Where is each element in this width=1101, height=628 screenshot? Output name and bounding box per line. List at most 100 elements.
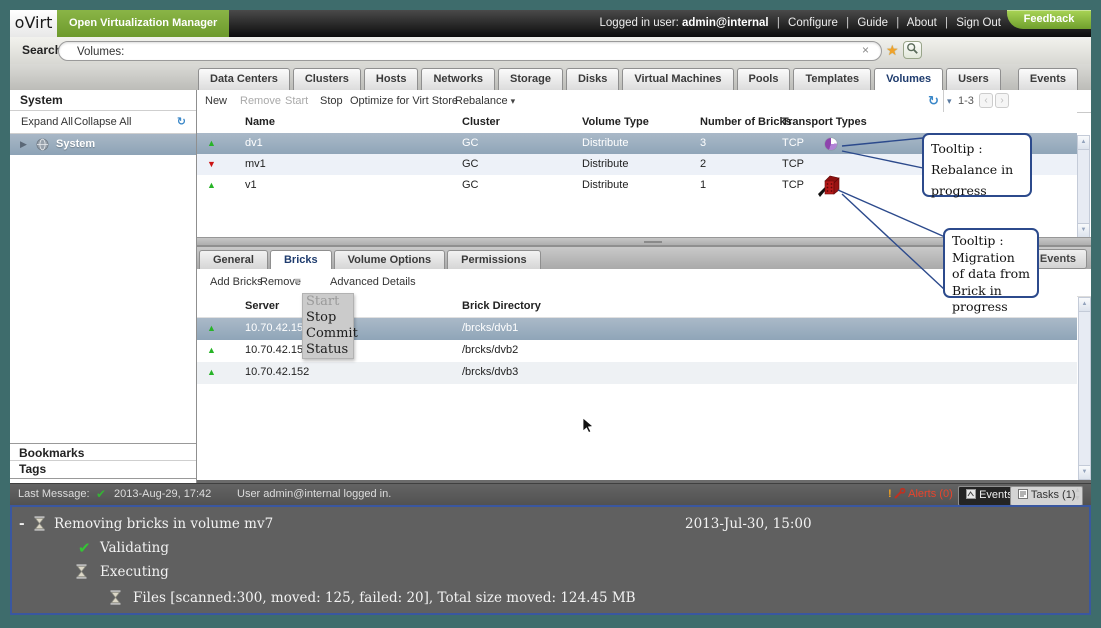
globe-icon: [36, 138, 49, 151]
rebalance-button[interactable]: Rebalance ▾: [455, 90, 515, 112]
stop-button[interactable]: Stop: [320, 90, 343, 112]
tab-users[interactable]: Users: [946, 68, 1001, 90]
sign-out-link[interactable]: Sign Out: [956, 17, 1001, 29]
start-button[interactable]: Start: [285, 90, 308, 112]
status-up-icon: ▲: [197, 362, 245, 384]
remove-button[interactable]: Remove: [240, 90, 281, 112]
expand-all-button[interactable]: Expand All: [21, 111, 73, 133]
brick-server: 10.70.42.152: [245, 362, 462, 384]
tab-hosts[interactable]: Hosts: [364, 68, 419, 90]
advanced-details-button[interactable]: Advanced Details: [330, 269, 416, 296]
hourglass-icon: [75, 564, 88, 582]
up-arrow-icon: ▲: [207, 180, 216, 190]
last-message-text: User admin@internal logged in.: [237, 484, 391, 506]
menu-item-start[interactable]: Start: [303, 294, 353, 310]
alerts-button[interactable]: ! Alerts (0): [888, 484, 953, 506]
scroll-up-icon[interactable]: ▲: [1079, 298, 1090, 312]
collapse-event-toggle[interactable]: -: [19, 515, 25, 533]
col-transport-types: Transport Types: [782, 112, 1077, 133]
menu-item-commit[interactable]: Commit: [303, 326, 353, 342]
tree-expander-icon[interactable]: ▶: [20, 134, 27, 155]
magnifier-icon: [906, 42, 919, 55]
scroll-down-icon[interactable]: ▼: [1078, 223, 1089, 237]
volume-type: Distribute: [582, 175, 700, 196]
menu-item-stop[interactable]: Stop: [303, 310, 353, 326]
step-label: Files [scanned:300, moved: 125, failed: …: [133, 589, 636, 607]
feedback-button[interactable]: Feedback: [1007, 10, 1091, 29]
up-arrow-icon: ▲: [207, 323, 216, 333]
subtab-volume-options[interactable]: Volume Options: [334, 250, 446, 270]
pagination-label: 1-3: [958, 90, 974, 112]
volume-cluster: GC: [462, 175, 582, 196]
bricks-grid-scrollbar[interactable]: ▲ ▼: [1078, 297, 1091, 480]
guide-link[interactable]: Guide: [857, 17, 888, 29]
tab-templates[interactable]: Templates: [793, 68, 871, 90]
col-name: Name: [245, 112, 462, 133]
status-up-icon: ▲: [197, 318, 245, 340]
hourglass-icon: [33, 516, 46, 534]
tab-storage[interactable]: Storage: [498, 68, 563, 90]
rebalance-in-progress-icon: [825, 138, 837, 150]
search-input-container: ×: [58, 41, 882, 61]
subtab-permissions[interactable]: Permissions: [447, 250, 540, 270]
tree-item-system[interactable]: ▶ System: [10, 134, 196, 155]
last-message-timestamp: 2013-Aug-29, 17:42: [114, 484, 211, 506]
down-arrow-icon: ▼: [207, 159, 216, 169]
brick-row-dvb3[interactable]: ▲ 10.70.42.152 /brcks/dvb3: [197, 362, 1077, 384]
tab-networks[interactable]: Networks: [421, 68, 495, 90]
tree-refresh-icon[interactable]: ↻: [177, 111, 186, 133]
separator: |: [945, 17, 948, 29]
clear-search-icon[interactable]: ×: [862, 43, 869, 57]
tags-section-header[interactable]: Tags: [10, 461, 196, 479]
step-label: Executing: [100, 563, 169, 581]
col-volume-type: Volume Type: [582, 112, 700, 133]
header-bar: oVirt Open Virtualization Manager Logged…: [10, 10, 1091, 39]
chevron-down-icon: ▾: [511, 96, 516, 106]
bookmark-star-icon[interactable]: ★: [886, 42, 899, 58]
tab-clusters[interactable]: Clusters: [293, 68, 361, 90]
sidebar-title: System: [10, 90, 196, 111]
add-bricks-button[interactable]: Add Bricks: [210, 269, 263, 296]
volumes-grid-header: Name Cluster Volume Type Number of Brick…: [197, 112, 1077, 134]
alert-icon: !: [888, 488, 892, 500]
event-title: Removing bricks in volume mv7: [54, 515, 273, 533]
data-migration-in-progress-icon: [817, 174, 841, 199]
prev-page-button[interactable]: ‹: [979, 93, 993, 108]
last-message-label: Last Message:: [18, 484, 90, 506]
up-arrow-icon: ▲: [207, 345, 216, 355]
tab-disks[interactable]: Disks: [566, 68, 619, 90]
optimize-virt-store-button[interactable]: Optimize for Virt Store: [350, 90, 458, 112]
scroll-up-icon[interactable]: ▲: [1078, 136, 1089, 150]
logged-in-label: Logged in user:: [600, 17, 679, 29]
tasks-footer-button[interactable]: Tasks (1): [1010, 486, 1083, 506]
subtab-general[interactable]: General: [199, 250, 268, 270]
migration-tooltip: Tooltip : Migration of data from Brick i…: [943, 228, 1039, 298]
up-arrow-icon: ▲: [207, 367, 216, 377]
login-area: Logged in user: admin@internal | Configu…: [600, 10, 1001, 37]
subtab-bricks[interactable]: Bricks: [270, 250, 332, 270]
remove-dropdown-icon[interactable]: ▼: [292, 269, 303, 296]
refresh-dropdown-icon[interactable]: ▾: [943, 90, 952, 112]
status-up-icon: ▲: [197, 133, 245, 154]
bookmarks-section-header[interactable]: Bookmarks: [10, 443, 196, 461]
collapse-all-button[interactable]: Collapse All: [74, 111, 131, 133]
configure-link[interactable]: Configure: [788, 17, 838, 29]
about-link[interactable]: About: [907, 17, 937, 29]
ovirt-logo: oVirt: [10, 10, 57, 37]
volumes-grid-scrollbar[interactable]: ▲ ▼: [1077, 135, 1090, 238]
rebalance-label: Rebalance: [455, 95, 508, 107]
scroll-down-icon[interactable]: ▼: [1079, 465, 1090, 479]
tab-data-centers[interactable]: Data Centers: [198, 68, 290, 90]
tasks-icon: [1018, 489, 1028, 499]
tab-pools[interactable]: Pools: [737, 68, 791, 90]
up-arrow-icon: ▲: [207, 138, 216, 148]
grid-refresh-icon[interactable]: ↻: [928, 90, 939, 112]
tab-events[interactable]: Events: [1018, 68, 1078, 90]
new-button[interactable]: New: [205, 90, 227, 112]
search-button[interactable]: [903, 41, 922, 59]
tab-virtual-machines[interactable]: Virtual Machines: [622, 68, 733, 90]
menu-item-status[interactable]: Status: [303, 342, 353, 358]
next-page-button[interactable]: ›: [995, 93, 1009, 108]
tab-volumes[interactable]: Volumes: [874, 68, 943, 90]
search-input[interactable]: [75, 43, 839, 60]
